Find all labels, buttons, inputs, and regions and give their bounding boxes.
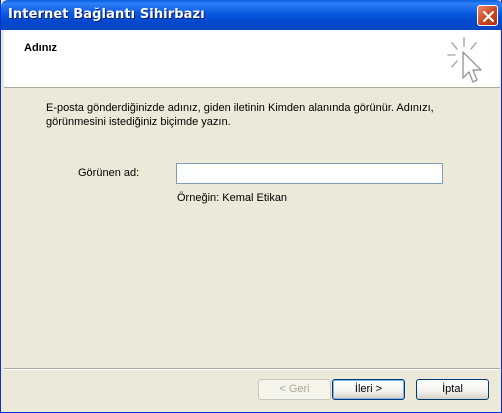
display-name-input[interactable]: [176, 163, 443, 184]
page-title: Adınız: [24, 42, 57, 54]
display-name-label: Görünen ad:: [78, 167, 140, 179]
close-icon: [482, 10, 495, 23]
description-text: E-posta gönderdiğinizde adınız, giden il…: [46, 102, 434, 128]
wizard-cursor-icon: [447, 37, 482, 83]
title-bar[interactable]: Internet Bağlantı Sihirbazı: [1, 0, 502, 30]
window-title: Internet Bağlantı Sihirbazı: [8, 7, 205, 22]
wizard-window: Internet Bağlantı Sihirbazı Adınız E-pos…: [0, 0, 502, 413]
back-button[interactable]: < Geri: [258, 379, 331, 400]
example-text: Örneğin: Kemal Etikan: [177, 192, 288, 204]
footer-divider: [4, 368, 500, 370]
close-button[interactable]: [477, 5, 498, 26]
wizard-header: Adınız: [4, 30, 500, 88]
next-button[interactable]: İleri >: [332, 379, 405, 400]
cancel-button[interactable]: İptal: [416, 379, 489, 400]
